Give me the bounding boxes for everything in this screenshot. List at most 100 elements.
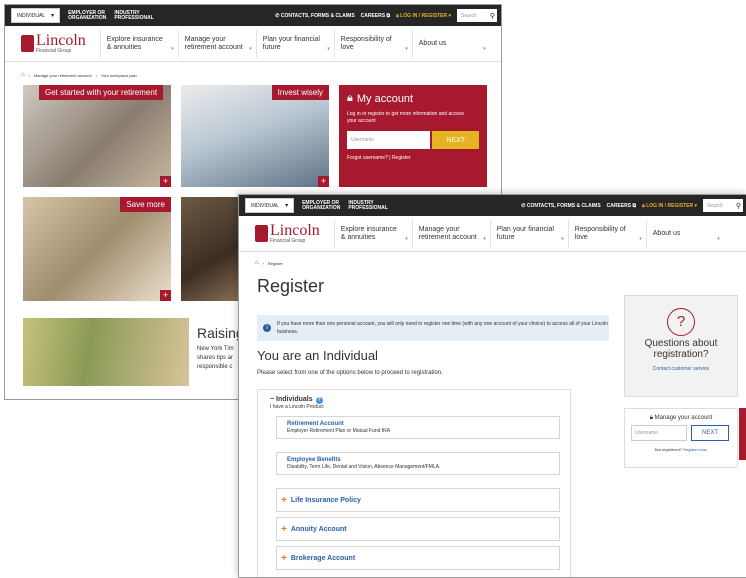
page-title: Register [257,276,325,296]
nav-responsibility[interactable]: Responsibility of love ▾ [333,29,412,58]
info-text: If you have more than one personal accou… [277,321,609,335]
careers-link[interactable]: CAREERS ⧉ [607,203,636,209]
info-icon: i [263,324,271,332]
register-now-link[interactable]: Register now. [683,447,707,452]
logo-subtext: Financial Group [36,48,72,54]
nav-plan-future[interactable]: Plan your financial future ▾ [489,219,568,248]
top-bar: INDIVIDUAL ▾ EMPLOYER OR ORGANIZATION INDU… [239,195,746,216]
tile-get-started[interactable]: Get started with your retirement + [23,85,171,187]
breadcrumb-item[interactable]: Manage your retirement account [34,73,92,78]
plus-icon: + [281,552,287,564]
contacts-link[interactable]: ✆ CONTACTS, FORMS & CLAIMS [275,13,354,19]
account-description: Log in or register to get more informati… [347,111,465,124]
tile-save-more[interactable]: Save more + [23,197,171,301]
search-icon[interactable]: ⚲ [736,202,741,210]
questions-box: ? Questions about registration? Contact … [624,295,738,397]
nav-label: Manage your retirement account [418,225,477,241]
search-icon[interactable]: ⚲ [490,12,495,20]
option-title: Retirement Account [287,421,344,427]
chevron-down-icon: ▾ [483,235,486,242]
tile-label: Save more [120,197,171,212]
search-input[interactable]: Search ⚲ [457,9,497,22]
caret-down-icon: ▾ [447,12,451,19]
nav-manage-retirement[interactable]: Manage your retirement account ▾ [411,219,490,248]
nav-explore-insurance[interactable]: Explore insurance & annuities ▾ [333,219,412,248]
chevron-down-icon: ▾ [717,235,720,242]
search-input[interactable]: Search ⚲ [703,199,743,212]
top-bar: INDIVIDUAL ▾ EMPLOYER OR ORGANIZATION INDU… [5,5,501,26]
main-nav: Lincoln Financial Group Explore insurance… [5,26,501,62]
article-line: shares tips ar [197,355,234,361]
nav-label: Plan your financial future [496,225,554,241]
registration-options-panel: − Individuals? I have a Lincoln Product … [257,389,571,577]
username-placeholder: Username [351,137,375,143]
question-mark-icon: ? [667,308,695,336]
nav-label: Plan your financial future [262,35,320,51]
option-subtitle: Disability, Term Life, Dental and Vision… [287,464,441,470]
next-button[interactable]: NEXT [432,131,479,149]
nav-label: Explore insurance & annuities [106,35,163,51]
tile-photo[interactable] [181,197,241,301]
nav-explore-insurance[interactable]: Explore insurance & annuities ▾ [99,29,178,58]
caret-down-icon: ▾ [285,203,289,209]
careers-link[interactable]: CAREERS ⧉ [361,13,390,19]
plus-icon[interactable]: + [160,176,171,187]
home-icon[interactable]: ⌂ [21,72,25,78]
logo-text: Lincoln [270,222,320,239]
login-register-link[interactable]: 🔒︎ LOG IN / REGISTER ▾ [642,203,697,209]
industry-link[interactable]: INDUSTRY PROFESSIONAL [114,10,153,21]
option-life-insurance[interactable]: + Life Insurance Policy [276,488,560,512]
nav-label: About us [418,39,447,47]
employer-link[interactable]: EMPLOYER OR ORGANIZATION [302,200,340,211]
tile-label: Invest wisely [271,85,329,100]
article-photo[interactable] [23,318,189,386]
contact-customer-service-link[interactable]: Contact customer service [625,366,737,372]
nav-plan-future[interactable]: Plan your financial future ▾ [255,29,334,58]
individuals-toggle[interactable]: − Individuals? [270,396,323,404]
my-account-box: 🔒︎ My account Log in or register to get m… [339,85,487,187]
nav-label: About us [652,229,681,237]
option-retirement-account[interactable]: Retirement Account Employer Retirement P… [276,416,560,439]
plus-icon[interactable]: + [318,176,329,187]
article-text: New York Tim shares tips ar responsible … [197,345,234,372]
individual-dropdown[interactable]: INDIVIDUAL ▾ [11,8,61,23]
username-input[interactable]: Username [347,131,431,149]
nav-about-us[interactable]: About us ▾ [411,29,490,58]
next-button[interactable]: NEXT [691,425,729,441]
lincoln-logo[interactable]: Lincoln Financial Group [255,223,320,244]
caret-down-icon: ▾ [51,13,55,19]
careers-label: CAREERS [360,12,386,19]
option-employee-benefits[interactable]: Employee Benefits Disability, Term Life,… [276,452,560,475]
nav-about-us[interactable]: About us ▾ [645,219,724,248]
contacts-link[interactable]: ✆ CONTACTS, FORMS & CLAIMS [521,203,600,209]
plus-icon[interactable]: + [160,290,171,301]
search-placeholder: Search [707,202,723,209]
feedback-tab[interactable] [739,408,746,460]
external-link-icon: ⧉ [385,12,391,19]
chevron-right-icon: › [95,72,97,78]
forgot-username-link[interactable]: Forgot username? [347,155,388,161]
option-annuity[interactable]: + Annuity Account [276,517,560,541]
lincoln-logo[interactable]: Lincoln Financial Group [21,33,86,54]
option-subtitle: Employer Retirement Plan or Mutual Fund … [287,428,391,434]
login-register-link[interactable]: 🔒︎ LOG IN / REGISTER ▾ [396,13,451,19]
employer-link[interactable]: EMPLOYER OR ORGANIZATION [68,10,107,21]
instruction-text: Please select from one of the options be… [257,370,443,376]
help-icon[interactable]: ? [315,397,323,404]
option-brokerage[interactable]: + Brokerage Account [276,546,560,570]
tile-invest-wisely[interactable]: Invest wisely + [181,85,329,187]
industry-link[interactable]: INDUSTRY PROFESSIONAL [348,200,387,211]
nav-responsibility[interactable]: Responsibility of love ▾ [567,219,646,248]
article-title[interactable]: Raising [197,325,244,341]
individual-dropdown[interactable]: INDIVIDUAL ▾ [245,198,295,213]
lock-icon: 🔒︎ [347,92,353,104]
nav-manage-retirement[interactable]: Manage your retirement account ▾ [177,29,256,58]
employer-line2: ORGANIZATION [68,14,107,21]
search-placeholder: Search [461,12,477,19]
home-icon[interactable]: ⌂ [255,260,259,266]
individuals-label: Individuals [276,396,313,403]
username-input[interactable]: Username [631,425,687,441]
individuals-subtitle: I have a Lincoln Product [270,404,324,410]
option-label: Annuity Account [290,525,347,533]
register-link[interactable]: Register [392,155,411,161]
